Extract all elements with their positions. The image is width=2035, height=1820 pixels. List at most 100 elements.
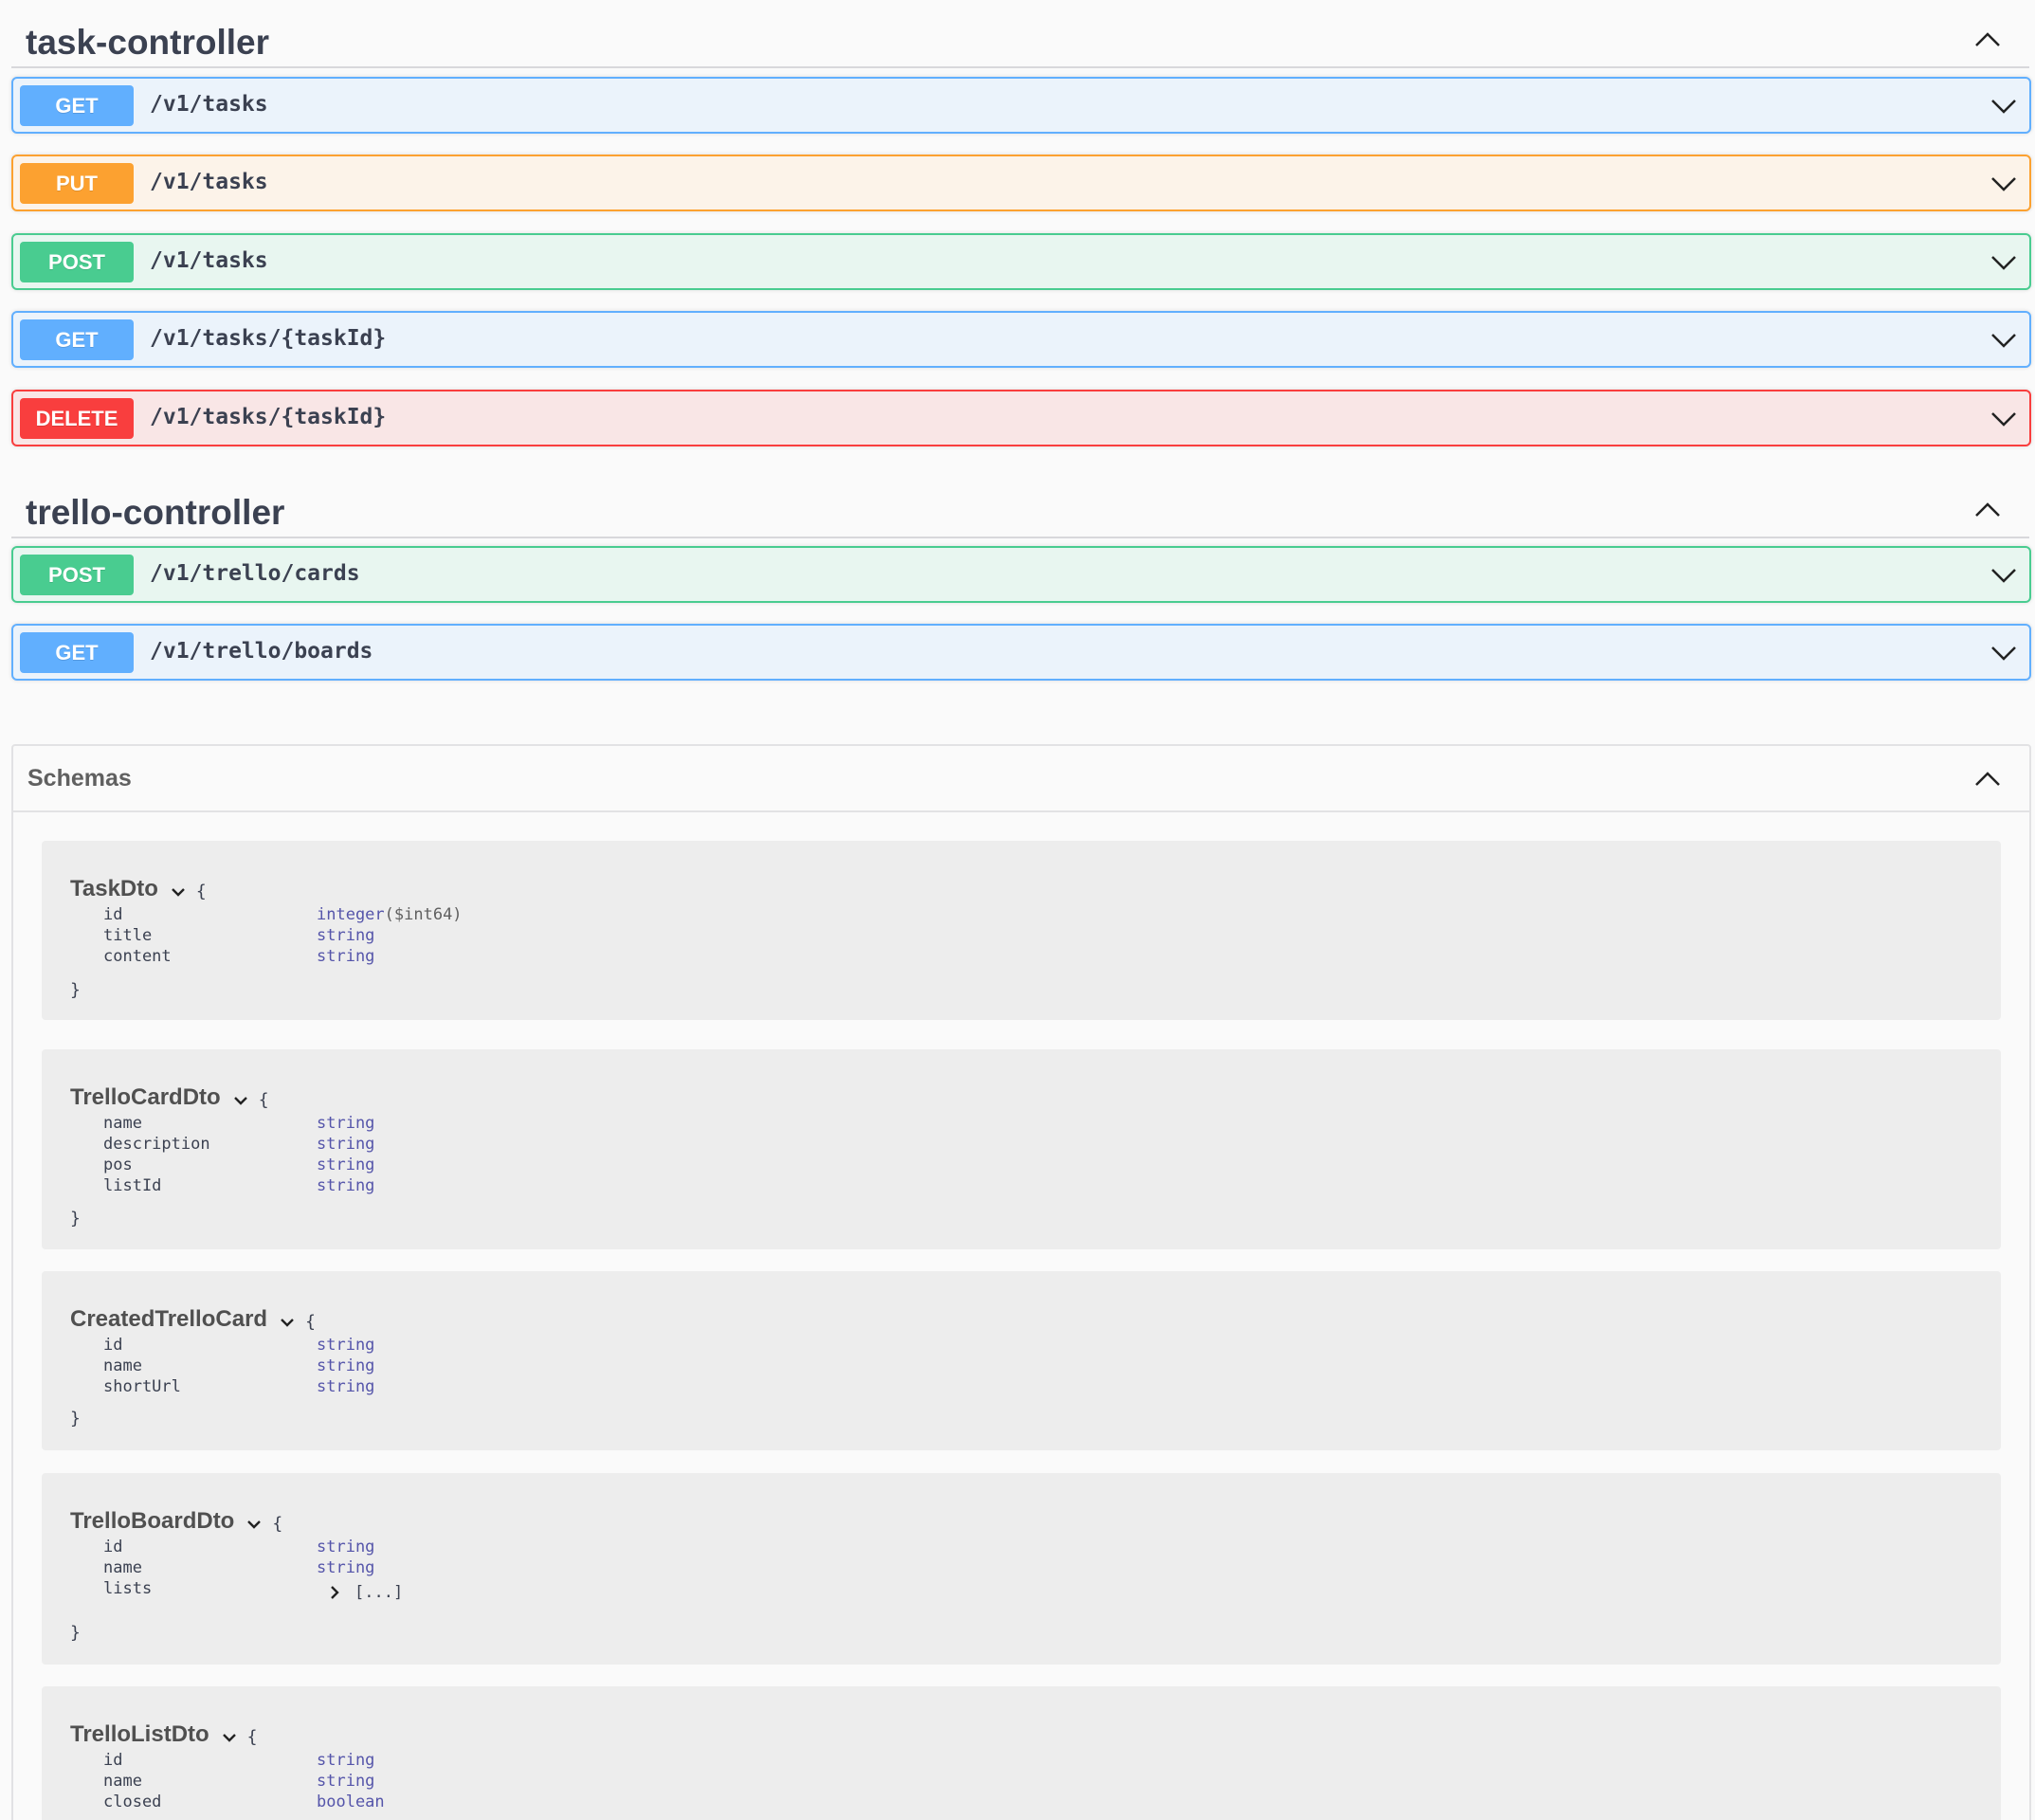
method-badge: GET <box>20 85 134 126</box>
model-createdtrellocard: CreatedTrelloCard { id string name strin… <box>42 1271 2001 1450</box>
model-header[interactable]: CreatedTrelloCard { <box>70 1306 316 1333</box>
operation-path: /v1/trello/cards <box>150 561 360 586</box>
property-type: string <box>317 1156 375 1174</box>
model-name[interactable]: CreatedTrelloCard <box>70 1306 267 1333</box>
property-name: name <box>103 1114 142 1133</box>
method-badge: GET <box>20 319 134 360</box>
chevron-down-icon[interactable] <box>1990 330 2018 351</box>
operation-path: /v1/tasks/{taskId} <box>150 326 387 351</box>
property-type: string <box>317 1356 375 1375</box>
property-name: title <box>103 926 153 945</box>
schemas-title[interactable]: Schemas <box>27 765 132 792</box>
property-name: id <box>103 905 123 924</box>
operation-post-tasks[interactable]: POST /v1/tasks <box>11 233 2031 290</box>
model-taskdto: TaskDto { id integer($int64) title strin… <box>42 841 2001 1020</box>
operation-path: /v1/tasks <box>150 170 268 194</box>
property-format: ($int64) <box>384 905 463 924</box>
chevron-right-icon[interactable] <box>328 1584 341 1601</box>
close-brace: } <box>70 980 81 1000</box>
close-brace: } <box>70 1409 81 1429</box>
property-name: id <box>103 1336 123 1355</box>
model-trellolistdto: TrelloListDto { id string name string cl… <box>42 1686 2001 1820</box>
property-type: string <box>317 1558 375 1577</box>
chevron-down-icon[interactable] <box>1990 252 2018 273</box>
open-brace: { <box>272 1513 283 1534</box>
chevron-down-icon[interactable] <box>1990 173 2018 194</box>
operation-path: /v1/tasks <box>150 92 268 117</box>
chevron-up-icon[interactable] <box>1972 768 2003 791</box>
property-name: name <box>103 1558 142 1577</box>
operation-put-tasks[interactable]: PUT /v1/tasks <box>11 155 2031 211</box>
model-header[interactable]: TrelloCardDto { <box>70 1084 269 1111</box>
schemas-section: Schemas TaskDto { id integer($int64) tit… <box>11 744 2031 1820</box>
task-controller-section: task-controller <box>11 11 2029 68</box>
model-header[interactable]: TaskDto { <box>70 876 207 902</box>
chevron-down-icon[interactable] <box>221 1731 238 1744</box>
method-badge: POST <box>20 555 134 595</box>
close-brace: } <box>70 1623 81 1643</box>
task-controller-header[interactable]: task-controller <box>11 11 2029 68</box>
model-name[interactable]: TaskDto <box>70 876 158 902</box>
chevron-down-icon[interactable] <box>245 1518 263 1531</box>
property-type: string <box>317 1176 375 1195</box>
open-brace: { <box>246 1726 258 1747</box>
property-name: name <box>103 1356 142 1375</box>
property-name: pos <box>103 1156 133 1174</box>
chevron-down-icon[interactable] <box>279 1316 296 1329</box>
property-type: string <box>317 1135 375 1154</box>
chevron-down-icon[interactable] <box>1990 96 2018 117</box>
swagger-page: task-controller GET /v1/tasks PUT /v1/ta… <box>0 0 2035 1820</box>
close-brace: } <box>70 1209 81 1228</box>
model-trelloboarddto: TrelloBoardDto { id string name string l… <box>42 1473 2001 1665</box>
property-type: string <box>317 1538 375 1556</box>
open-brace: { <box>258 1089 269 1110</box>
trello-controller-section: trello-controller <box>11 482 2029 538</box>
operation-post-trello-cards[interactable]: POST /v1/trello/cards <box>11 546 2031 603</box>
property-type: integer($int64) <box>317 905 463 924</box>
property-name: name <box>103 1772 142 1791</box>
chevron-down-icon[interactable] <box>1990 643 2018 664</box>
property-type: boolean <box>317 1793 385 1811</box>
property-type-name: integer <box>317 905 385 924</box>
model-name[interactable]: TrelloCardDto <box>70 1084 221 1111</box>
property-type: string <box>317 1772 375 1791</box>
chevron-down-icon[interactable] <box>232 1094 249 1107</box>
chevron-down-icon[interactable] <box>1990 409 2018 429</box>
operation-path: /v1/tasks <box>150 248 268 273</box>
chevron-down-icon[interactable] <box>170 885 187 899</box>
chevron-up-icon[interactable] <box>1972 499 2003 521</box>
property-name: id <box>103 1538 123 1556</box>
property-name: lists <box>103 1579 153 1598</box>
method-badge: PUT <box>20 163 134 204</box>
operation-get-tasks[interactable]: GET /v1/tasks <box>11 77 2031 134</box>
model-trellocarddto: TrelloCardDto { name string description … <box>42 1049 2001 1249</box>
model-name[interactable]: TrelloBoardDto <box>70 1508 234 1535</box>
operation-get-task-by-id[interactable]: GET /v1/tasks/{taskId} <box>11 311 2031 368</box>
schemas-header[interactable]: Schemas <box>13 746 2029 812</box>
property-type: string <box>317 947 375 966</box>
trello-controller-title[interactable]: trello-controller <box>26 493 284 533</box>
chevron-up-icon[interactable] <box>1972 28 2003 51</box>
chevron-down-icon[interactable] <box>1990 565 2018 586</box>
property-type: string <box>317 926 375 945</box>
operation-get-trello-boards[interactable]: GET /v1/trello/boards <box>11 624 2031 681</box>
trello-controller-header[interactable]: trello-controller <box>11 482 2029 538</box>
property-type: string <box>317 1377 375 1396</box>
model-header[interactable]: TrelloBoardDto { <box>70 1508 282 1535</box>
task-controller-title[interactable]: task-controller <box>26 23 269 63</box>
open-brace: { <box>195 881 207 901</box>
property-type: string <box>317 1751 375 1770</box>
array-toggle[interactable]: [...] <box>328 1583 403 1602</box>
property-name: closed <box>103 1793 162 1811</box>
operation-delete-task[interactable]: DELETE /v1/tasks/{taskId} <box>11 390 2031 446</box>
property-type: string <box>317 1336 375 1355</box>
property-name: description <box>103 1135 210 1154</box>
property-name: listId <box>103 1176 162 1195</box>
model-header[interactable]: TrelloListDto { <box>70 1721 258 1748</box>
property-name: id <box>103 1751 123 1770</box>
operation-path: /v1/trello/boards <box>150 639 373 664</box>
model-name[interactable]: TrelloListDto <box>70 1721 209 1748</box>
property-name: content <box>103 947 172 966</box>
property-type: string <box>317 1114 375 1133</box>
method-badge: POST <box>20 242 134 282</box>
